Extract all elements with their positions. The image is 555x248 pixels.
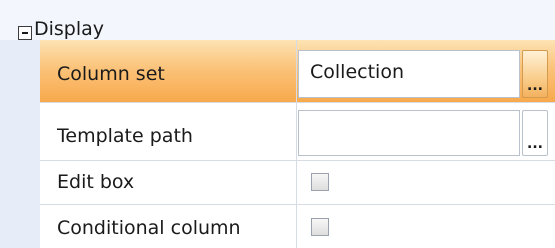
property-name-column-set: Column set: [57, 63, 165, 85]
ellipsis-label: ...: [527, 136, 543, 152]
conditional-column-checkbox[interactable]: [311, 218, 329, 236]
collapse-minus-icon[interactable]: [18, 26, 32, 40]
minus-glyph: [22, 32, 28, 34]
row-divider: [40, 204, 555, 205]
template-path-value-field[interactable]: [298, 110, 520, 156]
edit-box-checkbox[interactable]: [311, 173, 329, 191]
column-set-ellipsis-button[interactable]: ...: [522, 50, 548, 98]
property-name-conditional-column: Conditional column: [57, 217, 241, 239]
property-name-edit-box: Edit box: [57, 171, 135, 193]
property-row-edit-box[interactable]: Edit box: [40, 160, 555, 204]
grid-gutter: [0, 40, 40, 248]
property-name-template-path: Template path: [57, 125, 193, 147]
ellipsis-label: ...: [527, 78, 543, 94]
row-divider: [40, 102, 555, 103]
template-path-ellipsis-button[interactable]: ...: [522, 110, 548, 156]
category-label: Display: [34, 18, 105, 40]
column-divider: [296, 40, 297, 248]
column-set-value-text: Collection: [310, 61, 404, 83]
property-grid: Display Column set Template path Edit bo…: [0, 0, 555, 248]
category-row-display[interactable]: Display: [0, 0, 555, 40]
column-set-value-field[interactable]: Collection: [298, 50, 520, 98]
property-row-conditional-column[interactable]: Conditional column: [40, 204, 555, 248]
row-divider: [40, 160, 555, 161]
